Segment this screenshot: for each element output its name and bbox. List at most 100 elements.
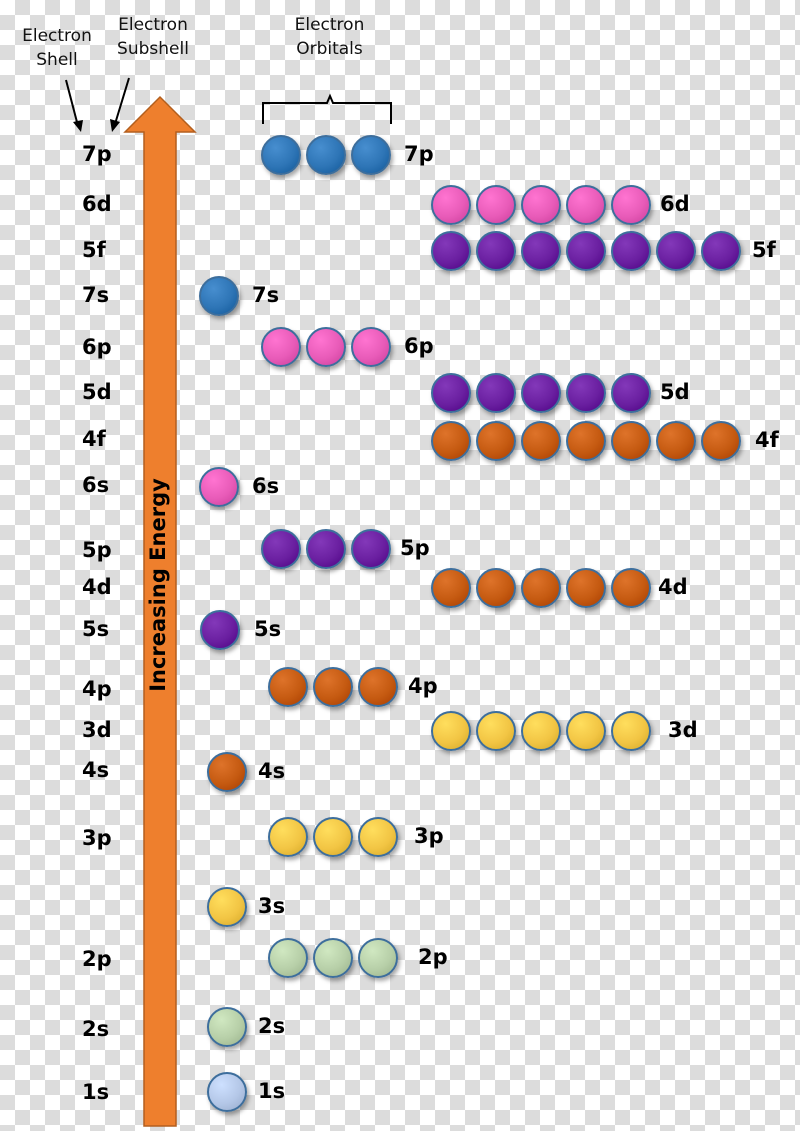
orbital-row-label: 5f [752, 238, 776, 262]
subshell-label: 6s [82, 473, 110, 497]
orbital-row-label: 3s [258, 894, 286, 918]
orbital-4p-1 [268, 667, 308, 707]
subshell-label: 5f [82, 238, 106, 262]
orbital-5f-3 [521, 231, 561, 271]
subshell-label: 4p [82, 677, 112, 701]
subshell-label: 4d [82, 575, 112, 599]
orbital-4d-2 [476, 568, 516, 608]
orbital-5f-2 [476, 231, 516, 271]
orbital-4d-1 [431, 568, 471, 608]
orbital-6p-1 [261, 327, 301, 367]
orbital-3d-2 [476, 711, 516, 751]
shell-pointer-line [65, 79, 79, 127]
orbital-2s-1 [207, 1007, 247, 1047]
orbital-6d-4 [566, 185, 606, 225]
orbital-4d-5 [611, 568, 651, 608]
subshell-label: 3p [82, 826, 112, 850]
diagram-graphics [65, 77, 392, 1127]
orbital-5f-5 [611, 231, 651, 271]
orbital-3p-2 [313, 817, 353, 857]
orbital-row-label: 5p [400, 536, 430, 560]
orbital-row-label: 6s [252, 474, 280, 498]
subshell-label: 4f [82, 427, 106, 451]
subshell-label: 6p [82, 335, 112, 359]
orbital-4f-6 [656, 421, 696, 461]
orbital-3p-3 [358, 817, 398, 857]
orbital-6d-2 [476, 185, 516, 225]
orbital-5f-7 [701, 231, 741, 271]
orbital-4f-2 [476, 421, 516, 461]
subshell-label: 5d [82, 380, 112, 404]
subshell-label: 7p [82, 142, 112, 166]
orbital-row-label: 1s [258, 1079, 286, 1103]
orbital-2p-2 [313, 938, 353, 978]
orbital-5d-5 [611, 373, 651, 413]
orbital-4d-4 [566, 568, 606, 608]
subshell-label: 2p [82, 947, 112, 971]
subshell-label: 3d [82, 718, 112, 742]
orbital-row-label: 3p [414, 824, 444, 848]
subshell-label: 5s [82, 617, 110, 641]
orbital-3p-1 [268, 817, 308, 857]
subshell-pointer-line [114, 77, 130, 125]
orbital-5s-1 [200, 610, 240, 650]
orbital-7s-1 [199, 276, 239, 316]
orbital-5p-3 [351, 529, 391, 569]
orbital-6d-1 [431, 185, 471, 225]
subshell-label: 4s [82, 758, 110, 782]
subshell-label: 1s [82, 1080, 110, 1104]
orbital-3d-3 [521, 711, 561, 751]
orbital-4p-2 [313, 667, 353, 707]
orbital-6p-3 [351, 327, 391, 367]
orbital-7p-2 [306, 135, 346, 175]
orbital-4p-3 [358, 667, 398, 707]
shell-pointer-arrowhead [73, 120, 83, 132]
subshell-pointer-arrowhead [110, 119, 120, 132]
orbital-5f-6 [656, 231, 696, 271]
orbital-4f-4 [566, 421, 606, 461]
orbital-6s-1 [199, 467, 239, 507]
orbital-3d-1 [431, 711, 471, 751]
orbital-7p-3 [351, 135, 391, 175]
orbital-3s-1 [207, 887, 247, 927]
orbital-5d-3 [521, 373, 561, 413]
orbital-row-label: 4s [258, 759, 286, 783]
orbital-row-label: 4f [755, 428, 779, 452]
energy-arrow-label: Increasing Energy [146, 478, 170, 692]
orbital-row-label: 4p [408, 674, 438, 698]
orbital-5p-1 [261, 529, 301, 569]
orbital-row-label: 6d [660, 192, 690, 216]
subshell-label: 2s [82, 1017, 110, 1041]
orbital-row-label: 7s [252, 283, 280, 307]
subshell-label: 6d [82, 192, 112, 216]
orbital-row-label: 2s [258, 1014, 286, 1038]
orbital-4s-1 [207, 752, 247, 792]
orbital-row-label: 7p [404, 142, 434, 166]
orbital-4f-1 [431, 421, 471, 461]
orbital-3d-5 [611, 711, 651, 751]
orbital-5f-4 [566, 231, 606, 271]
orbital-7p-1 [261, 135, 301, 175]
orbital-4f-7 [701, 421, 741, 461]
orbital-row-label: 2p [418, 945, 448, 969]
orbital-4d-3 [521, 568, 561, 608]
orbital-6d-3 [521, 185, 561, 225]
orbital-2p-3 [358, 938, 398, 978]
orbital-6p-2 [306, 327, 346, 367]
orbital-row-label: 6p [404, 334, 434, 358]
orbital-6d-5 [611, 185, 651, 225]
orbital-4f-5 [611, 421, 651, 461]
orbital-5f-1 [431, 231, 471, 271]
subshell-label: 7s [82, 283, 110, 307]
orbital-5d-4 [566, 373, 606, 413]
orbital-4f-3 [521, 421, 561, 461]
orbital-1s-1 [207, 1072, 247, 1112]
subshell-label: 5p [82, 538, 112, 562]
orbitals-bracket [262, 93, 392, 124]
orbital-row-label: 4d [658, 575, 688, 599]
orbital-5p-2 [306, 529, 346, 569]
orbital-2p-1 [268, 938, 308, 978]
orbital-5d-2 [476, 373, 516, 413]
orbital-row-label: 3d [668, 718, 698, 742]
orbital-row-label: 5s [254, 617, 282, 641]
